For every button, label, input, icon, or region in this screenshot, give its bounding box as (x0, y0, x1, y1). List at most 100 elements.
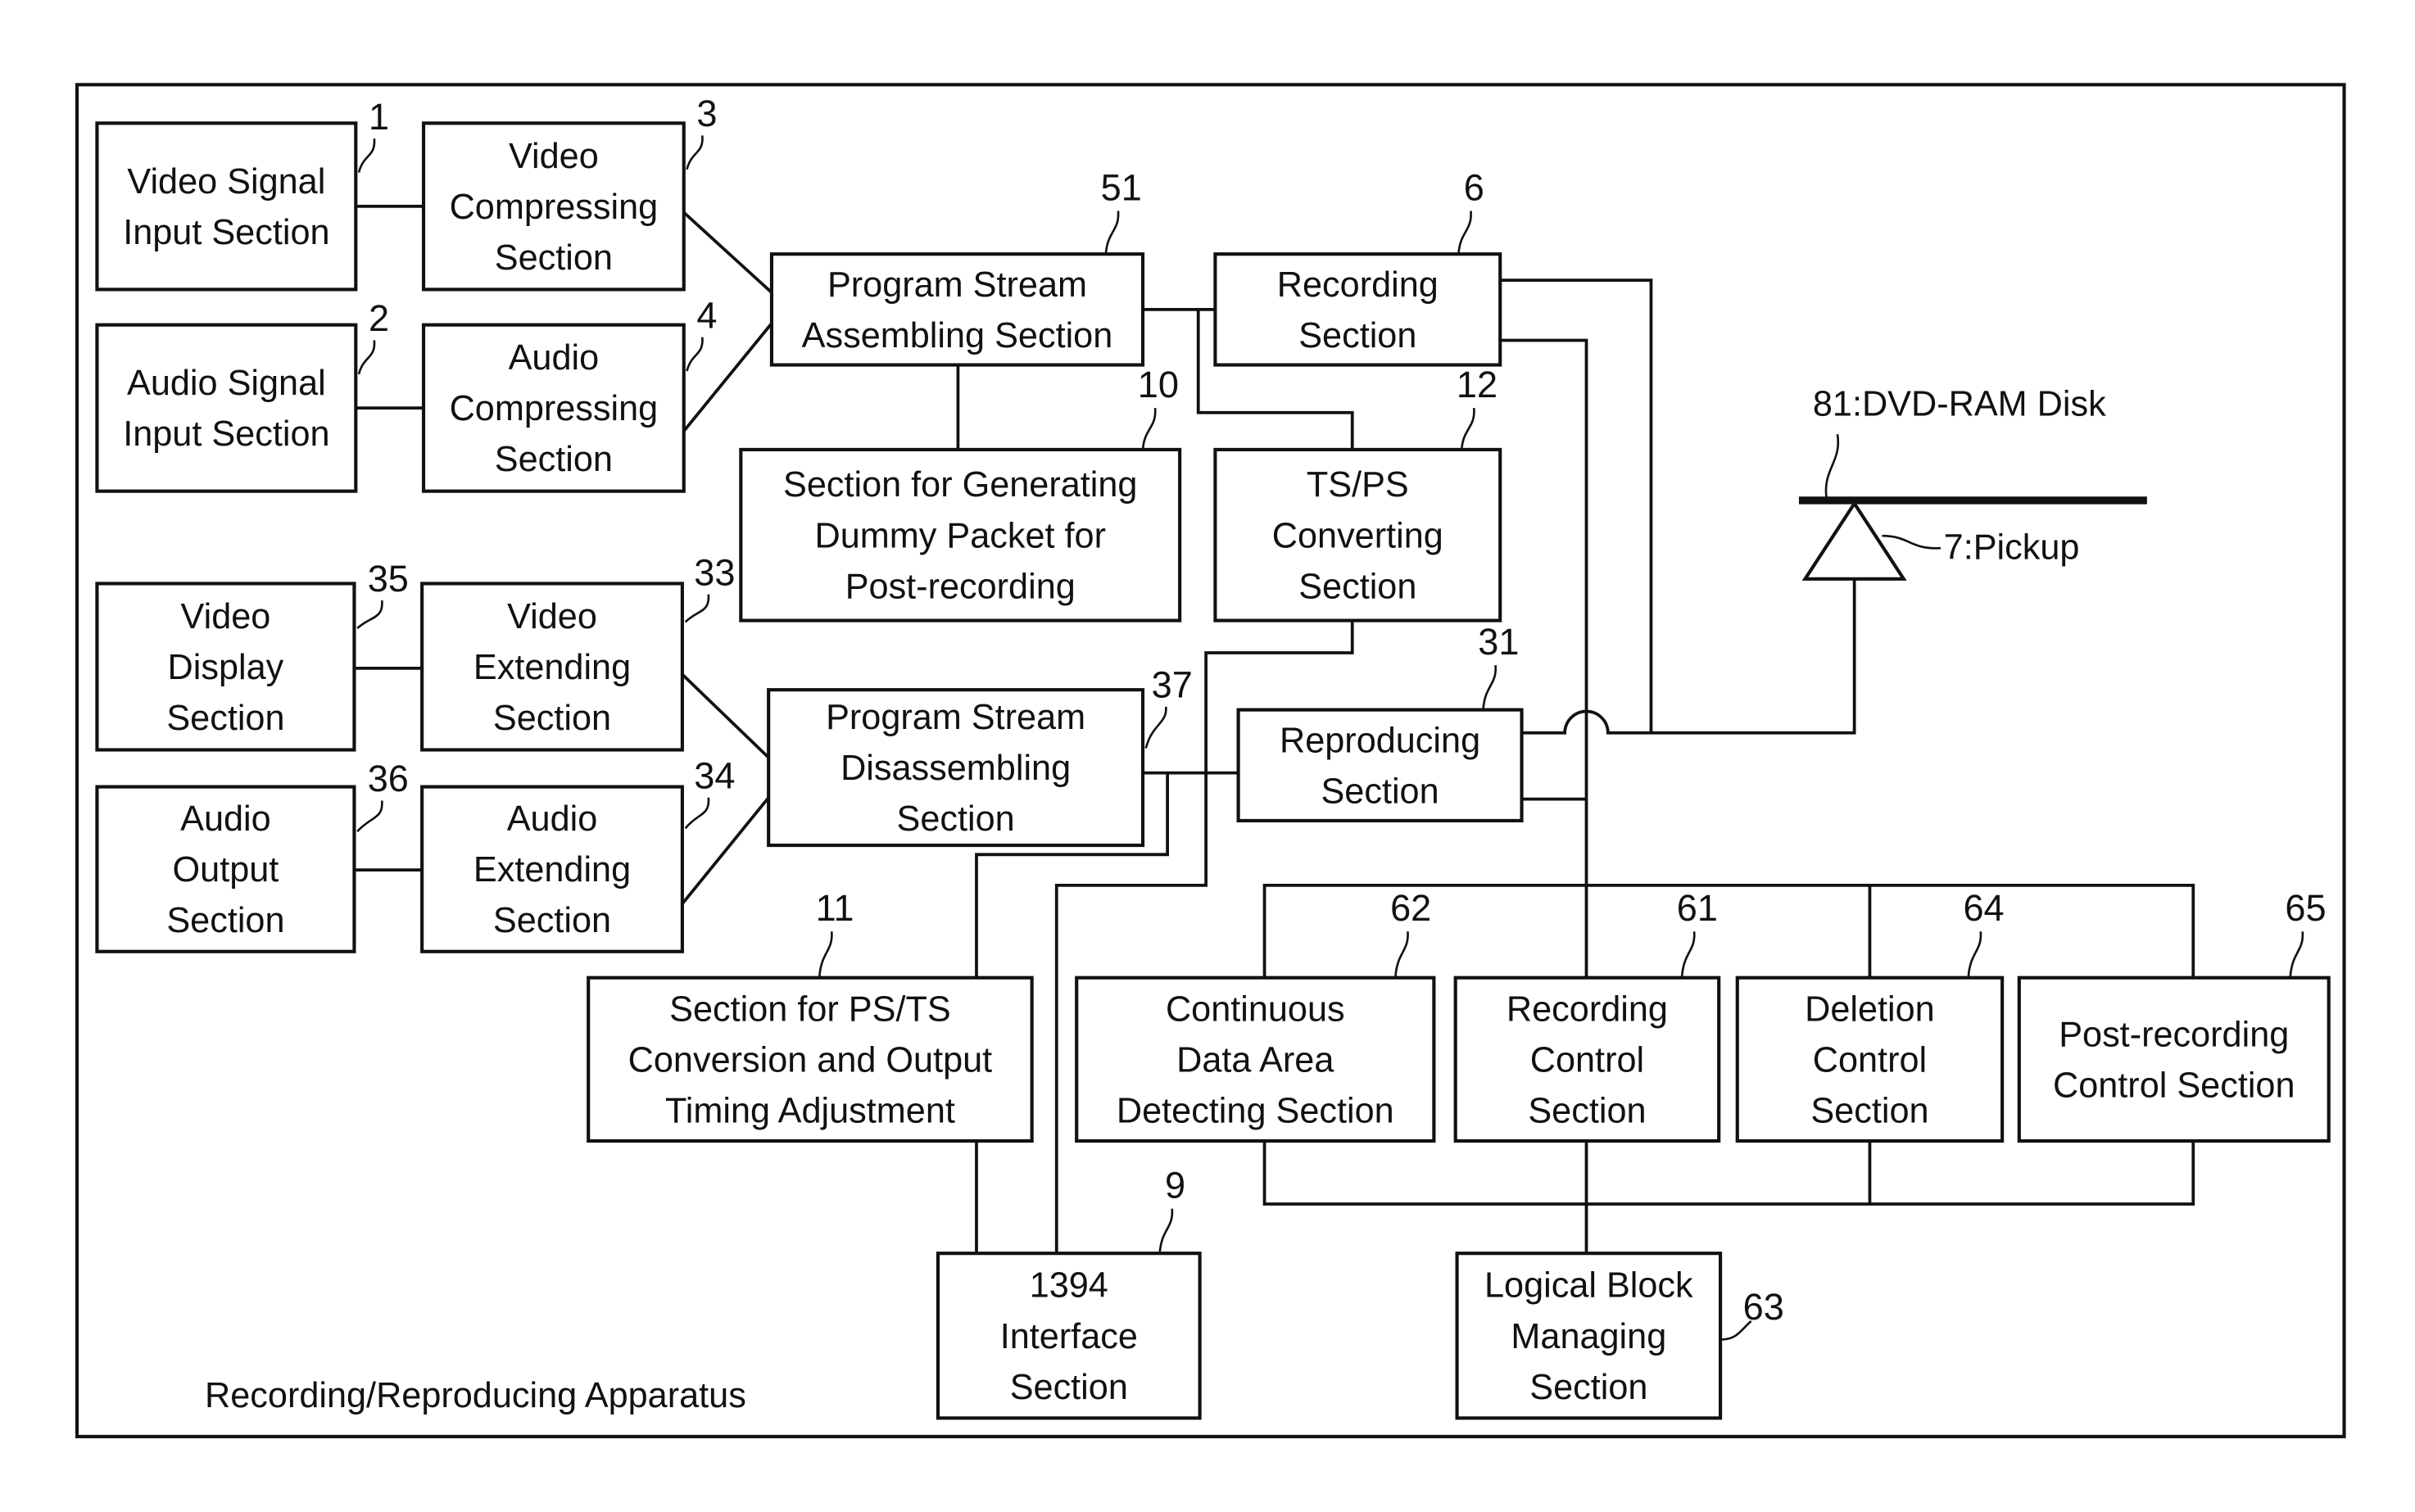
box-label-line: Reproducing (1280, 721, 1480, 760)
reference-leader (684, 797, 710, 830)
reference-leader (356, 600, 383, 629)
box-video-signal-input: Video Signal Input Section 1 (95, 96, 389, 292)
reference-number: 36 (368, 758, 409, 799)
reference-number: 9 (1165, 1165, 1185, 1206)
reference-number: 37 (1152, 664, 1193, 706)
box-ts-ps-converting: TS/PS Converting Section 12 (1213, 364, 1502, 622)
box-program-stream-assembling: Program Stream Assembling Section 51 (769, 166, 1145, 367)
box-label-line: Audio (507, 799, 598, 839)
reference-leader (1144, 706, 1167, 749)
box-label-line: Section (493, 699, 611, 738)
reference-leader (1967, 931, 1982, 978)
box-label-line: Detecting Section (1117, 1091, 1394, 1130)
box-label-line: Audio Signal (127, 364, 326, 403)
box-label-line: Input Section (123, 414, 329, 454)
box-outline (95, 121, 358, 292)
box-label-line: Section (897, 799, 1015, 839)
box-video-compressing: Video Compressing Section 3 (421, 93, 718, 292)
pickup-label: 7:Pickup (1944, 527, 2080, 567)
reference-leader (686, 135, 704, 170)
wire-34-37 (681, 796, 770, 905)
box-reproducing: Reproducing Section 31 (1236, 621, 1524, 823)
reference-number: 65 (2285, 887, 2326, 929)
box-label-line: Video Signal (127, 162, 325, 201)
box-label-line: Section (1321, 772, 1439, 811)
wire-31-pickup-hop (1521, 578, 1856, 735)
reference-number: 51 (1101, 166, 1142, 208)
box-label-line: Control (1530, 1040, 1644, 1080)
box-label-line: Compressing (450, 389, 659, 428)
reference-number: 10 (1138, 364, 1179, 405)
box-label-line: Extending (473, 648, 631, 687)
reference-number: 62 (1390, 887, 1431, 929)
box-audio-signal-input: Audio Signal Input Section 2 (95, 297, 389, 493)
box-video-display: Video Display Section 35 (95, 558, 409, 752)
reference-leader (2289, 931, 2304, 978)
box-label-line: 1394 (1030, 1266, 1108, 1306)
box-label-line: Control Section (2053, 1066, 2295, 1105)
reference-leader (356, 800, 383, 832)
box-label-line: TS/PS (1307, 465, 1409, 505)
wire-3-51 (682, 211, 773, 294)
reference-number: 61 (1677, 887, 1718, 929)
reference-number: 11 (816, 887, 854, 929)
reference-leader (1104, 211, 1120, 255)
box-audio-extending: Audio Extending Section 34 (420, 754, 735, 953)
box-outline (2017, 976, 2331, 1143)
box-label-line: Program Stream (827, 265, 1087, 305)
box-label-line: Display (168, 648, 284, 687)
box-label-line: Audio (509, 338, 600, 378)
box-label-line: Disassembling (840, 749, 1071, 788)
box-label-line: Deletion (1805, 989, 1935, 1029)
apparatus-caption: Recording/Reproducing Apparatus (205, 1376, 746, 1415)
box-label-line: Video (181, 597, 271, 636)
reference-leader (357, 340, 376, 375)
reference-leader (1457, 211, 1472, 255)
apparatus-frame (75, 83, 2346, 1438)
box-label-line: Converting (1272, 516, 1443, 555)
reference-leader (686, 337, 704, 372)
reference-number: 63 (1743, 1286, 1784, 1328)
box-label-line: Video (509, 137, 599, 176)
box-label-line: Recording (1507, 989, 1668, 1029)
box-label-line: Compressing (450, 188, 659, 227)
box-label-line: Assembling Section (802, 316, 1113, 355)
reference-number: 6 (1464, 166, 1484, 208)
box-label-line: Input Section (123, 213, 329, 252)
reference-leader (1158, 1208, 1174, 1254)
reference-number: 2 (369, 297, 389, 339)
reference-leader (1394, 931, 1409, 978)
disk-label: 81:DVD-RAM Disk (1813, 385, 2106, 424)
block-diagram: Recording/Reproducing Apparatus 81:DVD-R… (75, 83, 2346, 1438)
box-label-line: Interface (1000, 1317, 1138, 1356)
box-label-line: Output (173, 850, 279, 890)
section-boxes: Video Signal Input Section 1 Audio Signal In… (95, 93, 2331, 1420)
box-label-line: Data Area (1176, 1040, 1334, 1080)
box-audio-output: Audio Output Section 36 (95, 758, 409, 953)
box-label-line: Section (1298, 316, 1416, 355)
reference-leader (684, 594, 710, 623)
reference-number: 34 (694, 754, 735, 796)
reference-number: 64 (1963, 887, 2004, 929)
pickup-icon (1801, 500, 1907, 581)
box-label-line: Conversion and Output (628, 1040, 993, 1080)
box-post-recording-control: Post-recording Control Section 65 (2017, 887, 2331, 1143)
reference-number: 12 (1457, 364, 1497, 405)
reference-leader (1482, 664, 1497, 710)
box-label-line: Extending (473, 850, 631, 890)
box-video-extending: Video Extending Section 33 (420, 551, 735, 752)
box-label-line: Recording (1277, 265, 1439, 305)
reference-leader (1141, 408, 1157, 450)
box-label-line: Video (507, 597, 597, 636)
box-label-line: Section (1528, 1091, 1646, 1130)
pickup-leader (1882, 534, 1941, 550)
disk-leader (1824, 433, 1840, 500)
reference-number: 33 (694, 551, 735, 593)
box-label-line: Program Stream (826, 698, 1085, 737)
reference-leader (357, 138, 376, 173)
box-outline (95, 323, 358, 493)
box-label-line: Audio (180, 799, 271, 839)
box-label-line: Section (1010, 1368, 1128, 1407)
box-program-stream-disassembling: Program Stream Disassembling Section 37 (767, 664, 1193, 848)
box-label-line: Section (495, 440, 613, 479)
